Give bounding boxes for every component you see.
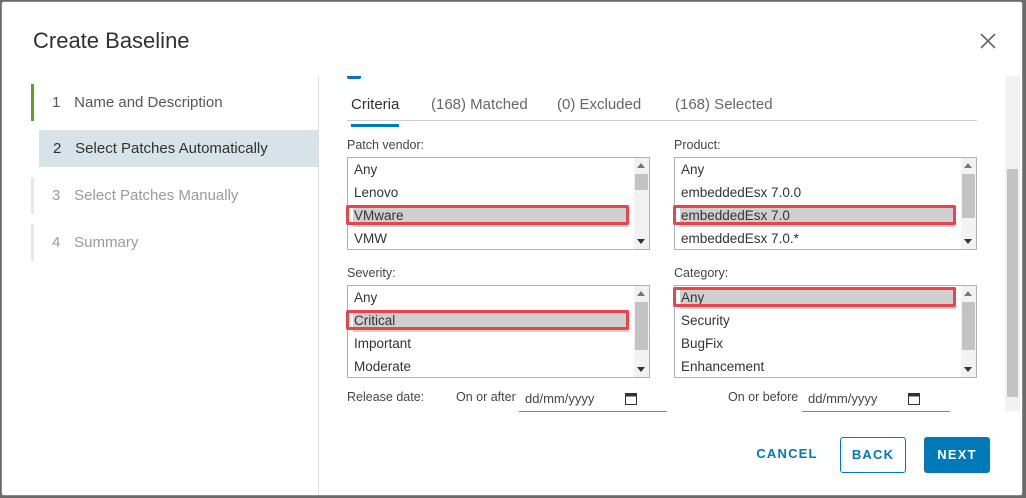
step-label: Summary xyxy=(74,234,139,251)
step-number: 3 xyxy=(52,187,61,204)
tab-excluded[interactable]: (0) Excluded xyxy=(557,96,641,120)
step-number: 4 xyxy=(52,234,61,251)
step-name-and-description[interactable]: 1 Name and Description xyxy=(31,84,319,121)
list-option[interactable]: Any xyxy=(680,159,956,181)
product-list[interactable]: Any embeddedEsx 7.0.0 embeddedEsx 7.0 em… xyxy=(673,157,977,250)
step-summary[interactable]: 4 Summary xyxy=(31,224,319,261)
scroll-up-icon[interactable] xyxy=(637,163,645,168)
cancel-button[interactable]: CANCEL xyxy=(747,437,827,473)
product-label: Product: xyxy=(674,138,721,152)
date-placeholder: dd/mm/yyyy xyxy=(525,391,595,406)
scroll-down-icon[interactable] xyxy=(964,367,972,372)
create-baseline-dialog: Create Baseline 1 Name and Description 2… xyxy=(1,1,1023,496)
step-select-patches-manually[interactable]: 3 Select Patches Manually xyxy=(31,177,319,214)
list-option-selected[interactable]: VMware xyxy=(353,205,629,227)
scroll-up-icon[interactable] xyxy=(964,291,972,296)
tab-selected[interactable]: (168) Selected xyxy=(675,96,773,120)
step-number: 1 xyxy=(52,94,61,111)
list-option[interactable]: Important xyxy=(353,333,629,355)
tab-bar: Criteria (168) Matched (0) Excluded (168… xyxy=(347,90,977,127)
on-or-before-label: On or before xyxy=(728,390,799,404)
next-button[interactable]: NEXT xyxy=(924,437,990,473)
on-or-after-date-input[interactable]: dd/mm/yyyy xyxy=(519,386,667,412)
calendar-icon[interactable] xyxy=(625,392,637,405)
dialog-title: Create Baseline xyxy=(33,28,190,53)
tab-matched[interactable]: (168) Matched xyxy=(431,96,528,120)
criteria-panel: Criteria (168) Matched (0) Excluded (168… xyxy=(320,76,1022,416)
list-option[interactable]: Lenovo xyxy=(353,182,629,204)
patch-vendor-label: Patch vendor: xyxy=(347,138,425,152)
list-option[interactable]: BugFix xyxy=(680,333,956,355)
list-option[interactable]: Moderate xyxy=(353,356,629,378)
category-label: Category: xyxy=(674,266,729,280)
list-scrollbar[interactable] xyxy=(961,286,976,377)
list-option[interactable]: Enhancement xyxy=(680,356,956,378)
scroll-up-icon[interactable] xyxy=(964,163,972,168)
calendar-icon[interactable] xyxy=(908,392,920,405)
scroll-down-icon[interactable] xyxy=(964,239,972,244)
step-number: 2 xyxy=(53,140,62,157)
step-label: Select Patches Manually xyxy=(74,187,239,204)
category-list[interactable]: Any Security BugFix Enhancement xyxy=(673,285,977,378)
list-option[interactable]: embeddedEsx 7.0.0 xyxy=(680,182,956,204)
close-icon[interactable] xyxy=(977,30,999,52)
list-option-selected[interactable]: Critical xyxy=(353,310,629,332)
list-scrollbar[interactable] xyxy=(634,158,649,249)
release-date-label: Release date: xyxy=(347,390,425,404)
list-option[interactable]: VMW xyxy=(353,228,629,250)
back-button[interactable]: BACK xyxy=(840,437,906,473)
scroll-down-icon[interactable] xyxy=(637,367,645,372)
content-scrollbar[interactable] xyxy=(1005,76,1020,411)
date-placeholder: dd/mm/yyyy xyxy=(808,391,878,406)
scroll-thumb[interactable] xyxy=(635,174,648,190)
list-scrollbar[interactable] xyxy=(634,286,649,377)
severity-label: Severity: xyxy=(347,266,396,280)
wizard-steps: 1 Name and Description 2 Select Patches … xyxy=(2,76,319,495)
patch-vendor-list[interactable]: Any Lenovo VMware VMW xyxy=(346,157,650,250)
scroll-thumb[interactable] xyxy=(1007,169,1018,397)
on-or-after-label: On or after xyxy=(456,390,516,404)
scroll-down-icon[interactable] xyxy=(637,239,645,244)
scroll-up-icon[interactable] xyxy=(637,291,645,296)
severity-list[interactable]: Any Critical Important Moderate xyxy=(346,285,650,378)
step-label: Select Patches Automatically xyxy=(75,140,268,157)
scroll-thumb[interactable] xyxy=(962,174,975,218)
step-select-patches-automatically[interactable]: 2 Select Patches Automatically xyxy=(39,130,318,167)
list-option[interactable]: Security xyxy=(680,310,956,332)
scroll-thumb[interactable] xyxy=(635,302,648,350)
step-label: Name and Description xyxy=(74,94,223,111)
tab-criteria[interactable]: Criteria xyxy=(351,96,400,127)
on-or-before-date-input[interactable]: dd/mm/yyyy xyxy=(802,386,950,412)
checkbox-checked-icon[interactable] xyxy=(347,76,361,79)
list-option[interactable]: Any xyxy=(353,159,629,181)
scroll-thumb[interactable] xyxy=(962,302,975,350)
list-option[interactable]: embeddedEsx 7.0.* xyxy=(680,228,956,250)
list-option[interactable]: Any xyxy=(353,287,629,309)
list-option-selected[interactable]: embeddedEsx 7.0 xyxy=(680,205,956,227)
list-scrollbar[interactable] xyxy=(961,158,976,249)
list-option-selected[interactable]: Any xyxy=(680,287,956,309)
